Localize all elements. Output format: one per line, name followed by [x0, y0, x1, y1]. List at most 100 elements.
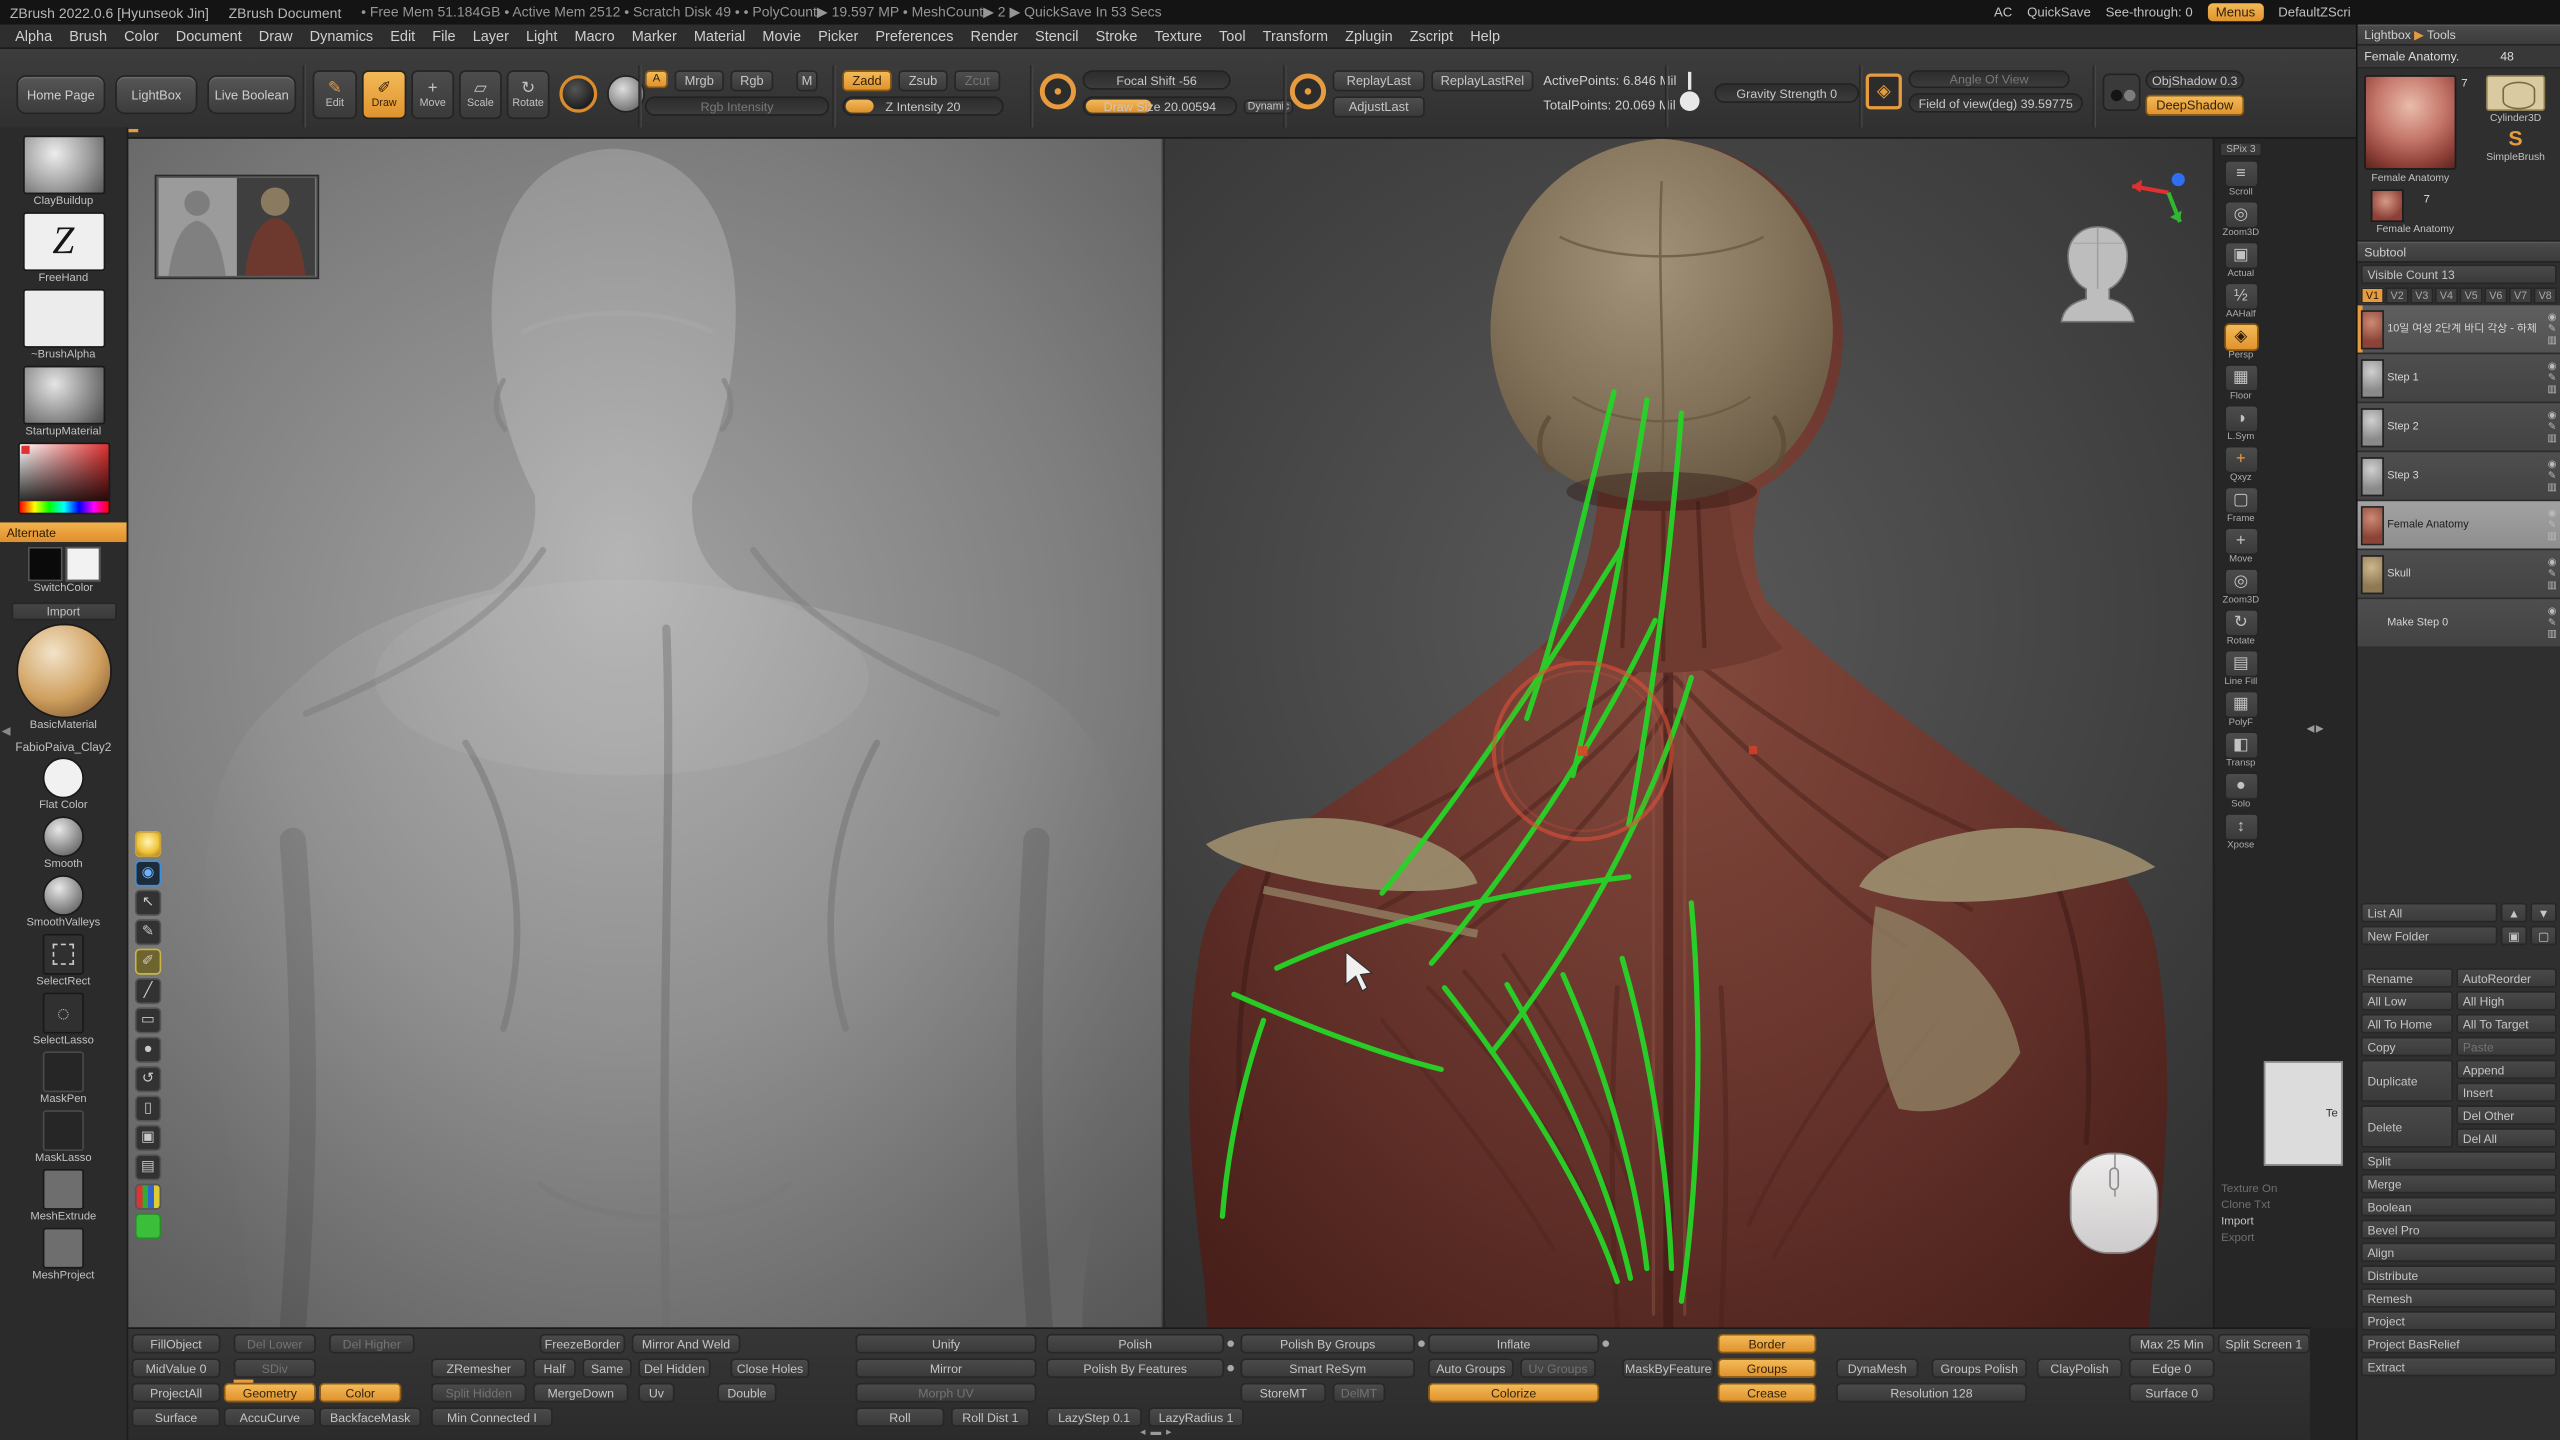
menu-texture[interactable]: Texture [1146, 28, 1211, 44]
list-all-button[interactable]: List All [2361, 903, 2498, 923]
paint-icon[interactable]: ✎ [2548, 569, 2556, 579]
bottom-color[interactable]: Color [319, 1383, 401, 1403]
menu-light[interactable]: Light [517, 28, 565, 44]
version-tab-v6[interactable]: V6 [2484, 287, 2507, 303]
subtool-up-button[interactable]: ▲ [2501, 903, 2527, 923]
bottom-fillobject[interactable]: FillObject [132, 1334, 221, 1354]
bottom-surface-0[interactable]: Surface 0 [2129, 1383, 2215, 1403]
bottom-close-holes[interactable]: Close Holes [730, 1358, 809, 1378]
bottom-delmt[interactable]: DelMT [1333, 1383, 1386, 1403]
bottom-border[interactable]: Border [1718, 1334, 1817, 1354]
texture-preview-box[interactable]: Te [2264, 1061, 2343, 1165]
menu-brush[interactable]: Brush [61, 28, 116, 44]
cursor-icon[interactable]: ↖ [135, 890, 161, 916]
menu-file[interactable]: File [424, 28, 464, 44]
obj-shadow-icon[interactable] [2103, 73, 2141, 111]
bottom-crease[interactable]: Crease [1718, 1383, 1817, 1403]
paint-icon[interactable]: ✎ [2548, 471, 2556, 481]
current-tool-row[interactable]: Female Anatomy. 48 [2358, 46, 2560, 69]
eye-icon[interactable]: ◉ [135, 860, 161, 886]
bottom-claypolish[interactable]: ClayPolish [2037, 1358, 2123, 1378]
right-shelf-zoom3d[interactable]: ◎Zoom3D [2218, 201, 2264, 240]
menu-dynamics[interactable]: Dynamics [301, 28, 382, 44]
bottom-polish-by-groups[interactable]: Polish By Groups [1241, 1334, 1415, 1354]
menu-alpha[interactable]: Alpha [7, 28, 61, 44]
paint-icon[interactable]: ✎ [2548, 373, 2556, 383]
subtool-row-step-3[interactable]: Step 3◉✎▥ [2358, 452, 2560, 501]
menu-transform[interactable]: Transform [1254, 28, 1336, 44]
green-swatch[interactable] [135, 1213, 161, 1239]
titlebar-menus[interactable]: Menus [2208, 3, 2264, 21]
merge-button[interactable]: Merge [2361, 1174, 2557, 1194]
menu-draw[interactable]: Draw [250, 28, 301, 44]
bottom-accucurve[interactable]: AccuCurve [224, 1407, 316, 1427]
female-anatomy-tool-thumbnail[interactable] [2364, 75, 2456, 170]
texture-texture-on[interactable]: Texture On [2218, 1184, 2350, 1195]
bottom-max-25-min[interactable]: Max 25 Min [2129, 1334, 2215, 1354]
paint-icon[interactable]: ✎ [2548, 618, 2556, 628]
live-boolean-button[interactable]: Live Boolean [207, 75, 296, 114]
right-shelf-solo[interactable]: ●Solo [2218, 772, 2264, 811]
menu-zscript[interactable]: Zscript [1401, 28, 1462, 44]
texture-import[interactable]: Import [2218, 1216, 2350, 1227]
scroll-left-arrow[interactable]: ◂ [1140, 1425, 1145, 1438]
angle-of-view-slider[interactable]: Angle Of View [1908, 70, 2069, 88]
bottom-scrollbar[interactable]: ◂ ▬ ▸ [1140, 1425, 1171, 1438]
basicmaterial-item[interactable]: BasicMaterial [0, 624, 127, 732]
bottom-maskbyfeature[interactable]: MaskByFeature [1622, 1358, 1714, 1378]
duplicate-button[interactable]: Duplicate [2361, 1060, 2453, 1102]
eye-icon[interactable]: ◉ [2548, 558, 2557, 568]
delete-button[interactable]: Delete [2361, 1105, 2453, 1147]
selectlasso-item[interactable]: SelectLasso [0, 993, 127, 1047]
scroll-handle[interactable]: ▬ [1150, 1426, 1161, 1437]
flat-color-item[interactable]: Flat Color [0, 758, 127, 812]
copy-button[interactable]: Copy [2361, 1037, 2453, 1057]
project-button[interactable]: Project [2361, 1311, 2557, 1331]
bottom-split-hidden[interactable]: Split Hidden [431, 1383, 526, 1403]
bottom-mirror[interactable]: Mirror [856, 1358, 1037, 1378]
subtool-down-button[interactable]: ▼ [2530, 903, 2556, 923]
boolean-button[interactable]: Boolean [2361, 1197, 2557, 1217]
shader-icon[interactable]: ▥ [2547, 629, 2556, 639]
bottom-del-lower[interactable]: Del Lower [234, 1334, 316, 1354]
texture-clone-txt[interactable]: Clone Txt [2218, 1200, 2350, 1211]
fov-slider[interactable]: Field of view(deg) 39.59775 [1908, 93, 2082, 113]
rename-button[interactable]: Rename [2361, 968, 2453, 988]
subtool-row-step-1[interactable]: Step 1◉✎▥ [2358, 354, 2560, 403]
all-to-target-button[interactable]: All To Target [2456, 1014, 2556, 1034]
draw-mode-button[interactable]: ✐Draw [362, 70, 406, 119]
menu-preferences[interactable]: Preferences [867, 28, 962, 44]
menu-stroke[interactable]: Stroke [1087, 28, 1146, 44]
shader-icon[interactable]: ▥ [2547, 580, 2556, 590]
freehand-item[interactable]: FreeHand [0, 212, 127, 284]
menu-tool[interactable]: Tool [1211, 28, 1255, 44]
mrgb-button[interactable]: Mrgb [675, 70, 724, 91]
document-thumbnail[interactable] [156, 176, 317, 277]
bottom-polish-by-features[interactable]: Polish By Features [1046, 1358, 1224, 1378]
paint-icon[interactable]: ✎ [2548, 422, 2556, 432]
maskpen-item[interactable]: MaskPen [0, 1051, 127, 1105]
gravity-icon[interactable] [1678, 72, 1701, 111]
split-button[interactable]: Split [2361, 1151, 2557, 1171]
deep-shadow-button[interactable]: DeepShadow [2145, 95, 2244, 116]
focal-shift-icon[interactable] [1040, 73, 1076, 109]
material-sphere-icon[interactable] [559, 75, 597, 113]
bottom-roll-dist-1[interactable]: Roll Dist 1 [951, 1407, 1030, 1427]
undo-icon[interactable]: ↺ [135, 1066, 161, 1092]
bottom-del-hidden[interactable]: Del Hidden [638, 1358, 710, 1378]
all-to-home-button[interactable]: All To Home [2361, 1014, 2453, 1034]
menu-stencil[interactable]: Stencil [1027, 28, 1088, 44]
move-mode-button[interactable]: +Move [411, 70, 454, 119]
tools-menu[interactable]: Tools [2427, 28, 2456, 43]
bottom-projectall[interactable]: ProjectAll [132, 1383, 221, 1403]
bottom-double[interactable]: Double [717, 1383, 776, 1403]
lightbox-menu[interactable]: Lightbox [2364, 28, 2411, 43]
zadd-button[interactable]: Zadd [842, 70, 891, 91]
bottom-morph-uv[interactable]: Morph UV [856, 1383, 1037, 1403]
bottom-inflate[interactable]: Inflate [1428, 1334, 1599, 1354]
bottom-backfacemask[interactable]: BackfaceMask [319, 1407, 421, 1427]
stamp-icon[interactable]: ▣ [135, 1125, 161, 1151]
bottom-uv[interactable]: Uv [638, 1383, 674, 1403]
claybuildup-item[interactable]: ClayBuildup [0, 136, 127, 208]
subtool-row-skull[interactable]: Skull◉✎▥ [2358, 550, 2560, 599]
